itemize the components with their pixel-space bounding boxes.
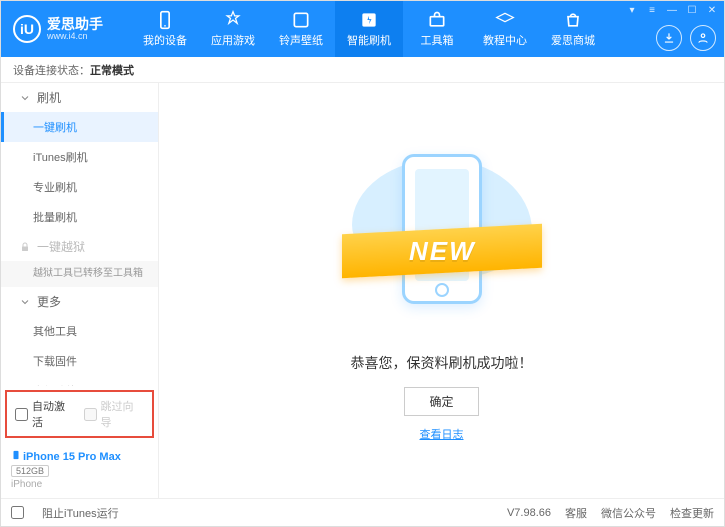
flash-options-row: 自动激活 跳过向导 [5, 390, 154, 438]
footer-link-support[interactable]: 客服 [565, 505, 587, 521]
view-log-link[interactable]: 查看日志 [420, 426, 464, 442]
logo-title: 爱思助手 [47, 17, 103, 31]
block-itunes-checkbox[interactable]: 阻止iTunes运行 [11, 505, 119, 521]
menu-icon[interactable]: ▾ [626, 5, 638, 16]
checkbox-label: 自动激活 [32, 398, 76, 430]
tab-my-device[interactable]: 我的设备 [131, 1, 199, 57]
app-header: iU 爱思助手 www.i4.cn 我的设备 应用游戏 铃声壁纸 智能刷机 工具… [1, 1, 724, 57]
tab-ringtone-wallpaper[interactable]: 铃声壁纸 [267, 1, 335, 57]
sidebar: 刷机 一键刷机 iTunes刷机 专业刷机 批量刷机 一键越狱 越狱工具已转移至… [1, 83, 159, 498]
device-name[interactable]: iPhone 15 Pro Max [11, 448, 148, 463]
group-label: 刷机 [37, 89, 61, 106]
footer-link-wechat[interactable]: 微信公众号 [601, 505, 656, 521]
tab-label: 工具箱 [421, 32, 454, 48]
flash-icon [359, 10, 379, 30]
device-info: iPhone 15 Pro Max 512GB iPhone [1, 442, 158, 498]
main-panel: NEW 恭喜您，保资料刷机成功啦！ 确定 查看日志 [159, 83, 724, 498]
sidebar-item-batch-flash[interactable]: 批量刷机 [1, 202, 158, 232]
chevron-down-icon [19, 296, 31, 308]
lock-icon [19, 241, 31, 253]
tab-apps-games[interactable]: 应用游戏 [199, 1, 267, 57]
ribbon-text: NEW [408, 236, 475, 267]
tab-tutorials[interactable]: 教程中心 [471, 1, 539, 57]
sidebar-item-other-tools[interactable]: 其他工具 [1, 316, 158, 346]
group-label: 更多 [37, 293, 61, 310]
sidebar-item-itunes-flash[interactable]: iTunes刷机 [1, 142, 158, 172]
close-icon[interactable]: ✕ [706, 5, 718, 16]
media-icon [291, 10, 311, 30]
download-icon[interactable] [656, 25, 682, 51]
tab-label: 应用游戏 [211, 32, 255, 48]
tab-label: 爱思商城 [551, 32, 595, 48]
version-label: V7.98.66 [507, 507, 551, 519]
tab-label: 智能刷机 [347, 32, 391, 48]
phone-icon [11, 448, 21, 462]
sidebar-item-pro-flash[interactable]: 专业刷机 [1, 172, 158, 202]
tab-smart-flash[interactable]: 智能刷机 [335, 1, 403, 57]
top-tabs: 我的设备 应用游戏 铃声壁纸 智能刷机 工具箱 教程中心 爱思商城 [131, 1, 607, 57]
tab-label: 教程中心 [483, 32, 527, 48]
store-icon [563, 10, 583, 30]
tutorial-icon [495, 10, 515, 30]
tab-label: 我的设备 [143, 32, 187, 48]
settings-icon[interactable]: ≡ [646, 5, 658, 16]
device-status-bar: 设备连接状态： 正常模式 [1, 57, 724, 83]
user-icon[interactable] [690, 25, 716, 51]
ok-button[interactable]: 确定 [404, 387, 478, 416]
apps-icon [223, 10, 243, 30]
tab-toolbox[interactable]: 工具箱 [403, 1, 471, 57]
device-storage-badge: 512GB [11, 465, 49, 477]
success-message: 恭喜您，保资料刷机成功啦！ [351, 353, 533, 373]
sidebar-group-flash[interactable]: 刷机 [1, 83, 158, 112]
group-label: 一键越狱 [37, 238, 85, 255]
sidebar-item-advanced[interactable]: 高级功能 [1, 376, 158, 386]
footer-link-update[interactable]: 检查更新 [670, 505, 714, 521]
sidebar-group-jailbreak: 一键越狱 [1, 232, 158, 261]
success-illustration: NEW [342, 139, 542, 339]
checkbox-label: 跳过向导 [101, 398, 145, 430]
status-value: 正常模式 [90, 62, 134, 78]
sidebar-item-oneclick-flash[interactable]: 一键刷机 [1, 112, 158, 142]
footer: 阻止iTunes运行 V7.98.66 客服 微信公众号 检查更新 [1, 498, 724, 526]
skip-guide-checkbox[interactable]: 跳过向导 [84, 398, 145, 430]
sidebar-group-more[interactable]: 更多 [1, 287, 158, 316]
device-model: iPhone [11, 479, 148, 490]
minimize-icon[interactable]: — [666, 5, 678, 16]
logo-mark-icon: iU [13, 15, 41, 43]
status-label: 设备连接状态： [13, 62, 90, 78]
device-icon [155, 10, 175, 30]
maximize-icon[interactable]: ☐ [686, 5, 698, 16]
chevron-down-icon [19, 92, 31, 104]
sidebar-jailbreak-note: 越狱工具已转移至工具箱 [1, 261, 158, 287]
logo[interactable]: iU 爱思助手 www.i4.cn [1, 15, 131, 43]
logo-url: www.i4.cn [47, 31, 103, 41]
tab-store[interactable]: 爱思商城 [539, 1, 607, 57]
checkbox-label: 阻止iTunes运行 [42, 505, 119, 521]
toolbox-icon [427, 10, 447, 30]
auto-activate-checkbox[interactable]: 自动激活 [15, 398, 76, 430]
sidebar-item-download-firmware[interactable]: 下载固件 [1, 346, 158, 376]
tab-label: 铃声壁纸 [279, 32, 323, 48]
